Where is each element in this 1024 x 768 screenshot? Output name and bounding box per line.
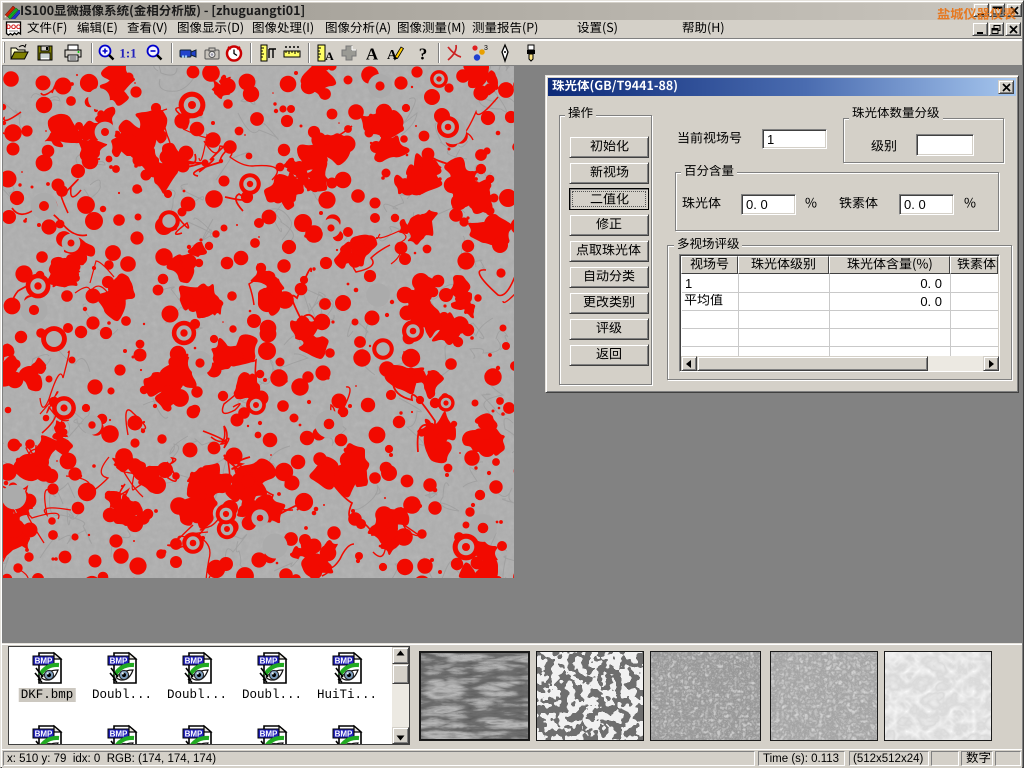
svg-text:?: ?: [419, 45, 428, 64]
svg-text:A: A: [325, 49, 334, 63]
svg-text:3: 3: [484, 45, 488, 52]
svg-text:A: A: [366, 45, 379, 64]
svg-text:1:1: 1:1: [119, 46, 136, 61]
svg-text:DOC: DOC: [6, 24, 21, 31]
